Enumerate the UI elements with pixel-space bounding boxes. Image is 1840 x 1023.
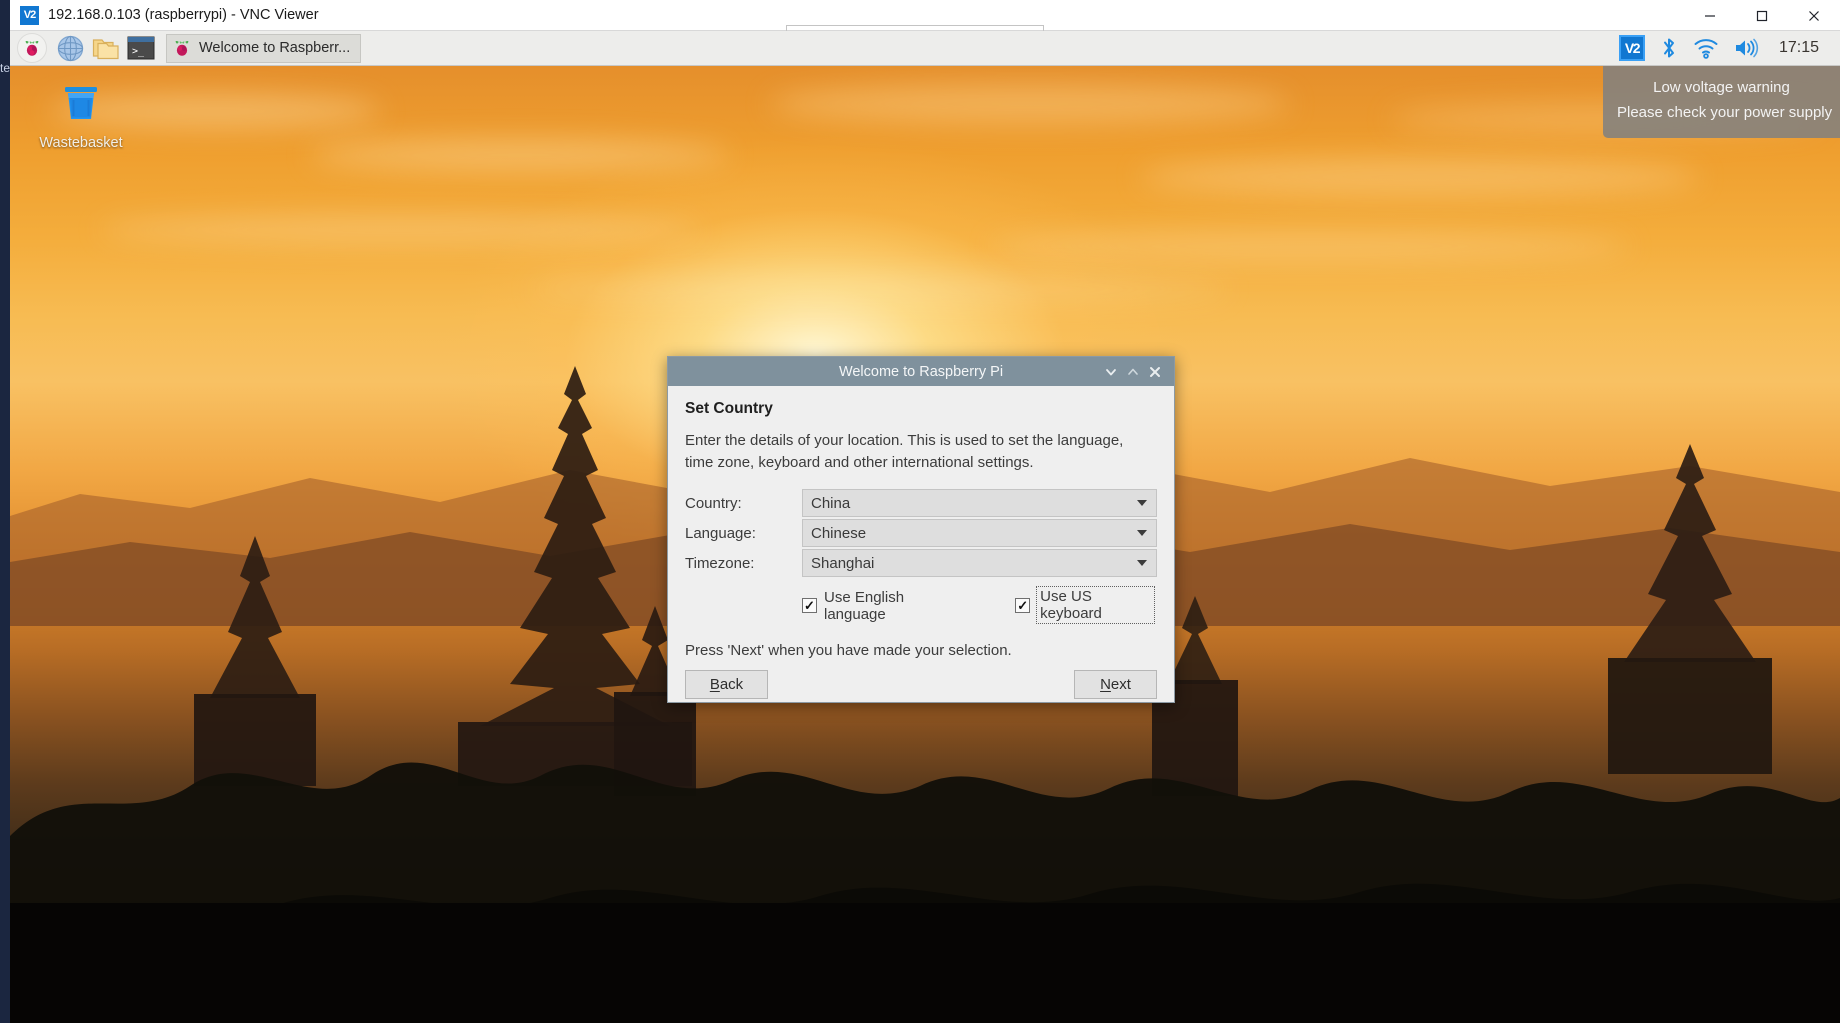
file-manager-icon[interactable] (88, 32, 123, 65)
taskbar-window-list: Welcome to Raspberr... (166, 32, 362, 65)
dialog-button-bar: Back Next (685, 670, 1157, 699)
checkbox-box: ✓ (1015, 597, 1031, 613)
checkbox-box: ✓ (802, 598, 817, 613)
check-icon: ✓ (804, 598, 815, 613)
back-rest: ack (719, 676, 744, 693)
task-button-label: Welcome to Raspberr... (199, 40, 351, 56)
raspberry-menu-icon[interactable] (14, 32, 49, 65)
dialog-title: Welcome to Raspberry Pi (838, 363, 1004, 380)
notification-line-2: Please check your power supply (1617, 104, 1833, 121)
dialog-titlebar[interactable]: Welcome to Raspberry Pi (668, 357, 1174, 386)
chevron-down-icon (1137, 530, 1147, 536)
raspberry-pi-taskbar: >_ Welcome to Raspberr... V2 17:15 (10, 31, 1840, 66)
timezone-select[interactable]: Shanghai (802, 549, 1157, 577)
vnc-viewer-window: V2 192.168.0.103 (raspberrypi) - VNC Vie… (0, 0, 1840, 1023)
chevron-up-icon[interactable] (1122, 361, 1144, 383)
field-row-country: Country: China (685, 489, 1157, 517)
system-tray: V2 17:15 (1612, 32, 1840, 65)
close-icon[interactable] (1144, 361, 1166, 383)
task-button-welcome[interactable]: Welcome to Raspberr... (166, 33, 362, 63)
low-voltage-notification[interactable]: Low voltage warning Please check your po… (1603, 64, 1840, 138)
page-title: Set Country (685, 400, 773, 417)
dialog-description: Enter the details of your location. This… (685, 432, 1124, 471)
checkbox-row: ✓ Use English language ✓ Use US keyboard (802, 586, 1157, 625)
timezone-value: Shanghai (811, 554, 875, 572)
next-button[interactable]: Next (1074, 670, 1157, 699)
raspberry-menu-badge (16, 33, 47, 63)
checkbox-use-us-keyboard[interactable]: ✓ Use US keyboard (1012, 586, 1157, 625)
host-window-controls (1684, 0, 1840, 31)
country-value: China (811, 494, 851, 512)
raspberry-pi-desktop: Wastebasket >_ Welcome to Raspberr... V2… (10, 31, 1840, 1023)
clock-label: 17:15 (1778, 39, 1819, 56)
maximize-icon[interactable] (1736, 0, 1788, 31)
check-icon: ✓ (1017, 597, 1029, 613)
vnc-server-icon[interactable]: V2 (1612, 32, 1652, 65)
host-window-title: 192.168.0.103 (raspberrypi) - VNC Viewer (48, 7, 319, 23)
notification-line-1: Low voltage warning (1653, 79, 1790, 96)
web-browser-icon[interactable] (53, 32, 88, 65)
country-select[interactable]: China (802, 489, 1157, 517)
desktop-icon-label: Wastebasket (39, 135, 123, 151)
terminal-icon[interactable]: >_ (123, 32, 158, 65)
language-select[interactable]: Chinese (802, 519, 1157, 547)
clock-widget[interactable]: 17:15 (1766, 32, 1830, 65)
dialog-body: Set Country Enter the details of your lo… (668, 386, 1174, 699)
welcome-dialog: Welcome to Raspberry Pi Set Country Ente… (667, 356, 1175, 703)
close-icon[interactable] (1788, 0, 1840, 31)
trash-bin-icon (65, 87, 97, 119)
country-label: Country: (685, 494, 742, 512)
chevron-down-icon[interactable] (1100, 361, 1122, 383)
next-rest: ext (1110, 676, 1131, 693)
language-label: Language: (685, 524, 756, 542)
dialog-footer-note: Press 'Next' when you have made your sel… (685, 642, 1012, 659)
checkbox-label: Use US keyboard (1036, 586, 1155, 624)
dialog-window-buttons (1100, 361, 1174, 383)
language-value: Chinese (811, 524, 867, 542)
volume-icon[interactable] (1726, 32, 1766, 65)
host-window-left-edge (0, 0, 10, 1023)
field-row-language: Language: Chinese (685, 519, 1157, 547)
raspberry-icon (171, 37, 193, 59)
checkbox-use-english-language[interactable]: ✓ Use English language (802, 589, 962, 623)
vnc-logo-icon: V2 (20, 5, 39, 25)
chevron-down-icon (1137, 500, 1147, 506)
field-row-timezone: Timezone: Shanghai (685, 549, 1157, 577)
host-edge-label: te (0, 61, 11, 75)
vnc-server-badge: V2 (1618, 35, 1645, 61)
wifi-icon[interactable] (1686, 32, 1726, 65)
minimize-icon[interactable] (1684, 0, 1736, 31)
back-accel: B (709, 676, 720, 693)
timezone-label: Timezone: (685, 554, 755, 572)
chevron-down-icon (1137, 560, 1147, 566)
checkbox-label: Use English language (824, 588, 905, 623)
raspberry-icon (25, 41, 38, 56)
desktop-icon-wastebasket[interactable]: Wastebasket (32, 78, 130, 151)
back-button[interactable]: Back (685, 670, 768, 699)
next-accel: N (1100, 676, 1111, 693)
svg-text:>_: >_ (132, 46, 145, 57)
bluetooth-icon[interactable] (1652, 32, 1686, 65)
